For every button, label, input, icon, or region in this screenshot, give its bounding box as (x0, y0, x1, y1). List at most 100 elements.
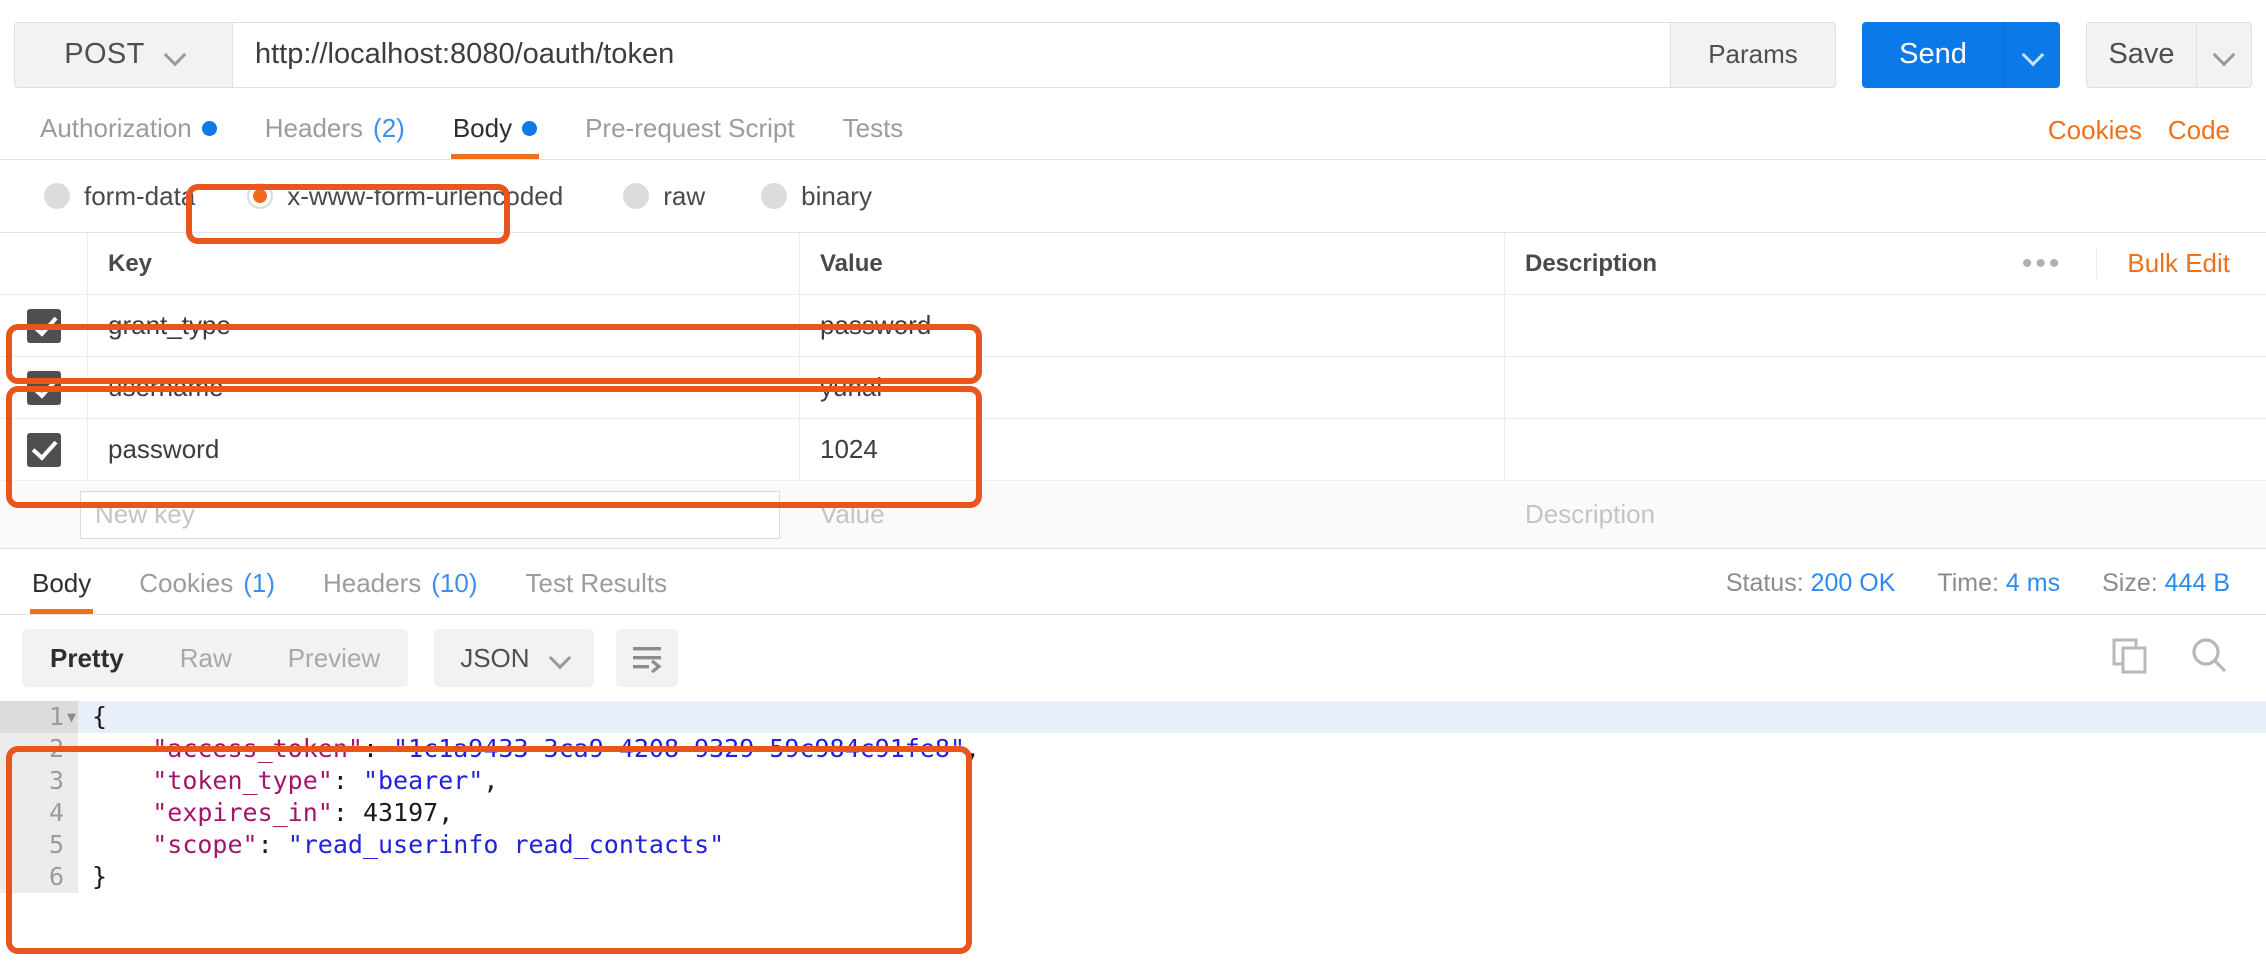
tab-headers[interactable]: Headers (2) (241, 97, 429, 159)
radio-icon-selected (247, 183, 273, 209)
row-key-text: password (108, 434, 219, 465)
code-token: 43197 (363, 798, 438, 827)
body-type-raw[interactable]: raw (601, 181, 727, 212)
tab-label: Tests (843, 113, 904, 144)
tab-label: Test Results (526, 568, 668, 599)
new-key-input[interactable] (80, 491, 780, 539)
code-token (92, 830, 152, 859)
row-checkbox[interactable] (27, 309, 61, 343)
row-value-cell[interactable]: yunai (800, 357, 1505, 418)
chevron-down-icon (552, 650, 568, 666)
send-button[interactable]: Send (1862, 22, 2004, 88)
row-checkbox[interactable] (27, 371, 61, 405)
postman-window: POST http://localhost:8080/oauth/token P… (0, 0, 2266, 968)
wrap-lines-icon (630, 643, 664, 673)
row-value-text: yunai (820, 372, 882, 403)
table-row[interactable]: grant_type password (0, 295, 2266, 357)
status-dot-icon (202, 121, 217, 136)
table-header-row: Key Value Description ••• Bulk Edit (0, 233, 2266, 295)
code-token: "expires_in" (152, 798, 333, 827)
search-button[interactable] (2188, 635, 2230, 682)
code-line: "scope": "read_userinfo read_contacts" (78, 829, 2266, 861)
tab-badge: (2) (373, 113, 405, 144)
line-number-gutter: 1▼23456 (0, 701, 78, 893)
row-key-text: grant_type (108, 310, 231, 341)
code-link[interactable]: Code (2168, 115, 2230, 146)
response-tab-test-results[interactable]: Test Results (502, 552, 692, 614)
row-checkbox[interactable] (27, 433, 61, 467)
wrap-lines-button[interactable] (616, 629, 678, 687)
code-line: { (78, 701, 2266, 733)
tab-label: Pre-request Script (585, 113, 795, 144)
table-row[interactable]: password 1024 (0, 419, 2266, 481)
tab-tests[interactable]: Tests (819, 97, 928, 159)
response-tab-body[interactable]: Body (8, 552, 115, 614)
row-key-text: username (108, 372, 224, 403)
view-mode-raw[interactable]: Raw (152, 629, 260, 687)
code-token: : (363, 734, 393, 763)
viewer-action-icons (2110, 635, 2230, 682)
code-token: "read_userinfo read_contacts" (288, 830, 725, 859)
body-type-form-data[interactable]: form-data (22, 181, 217, 212)
time-value: 4 ms (2006, 569, 2060, 597)
table-actions: ••• Bulk Edit (1988, 248, 2266, 279)
body-type-urlencoded[interactable]: x-www-form-urlencoded (225, 181, 585, 212)
row-description-cell[interactable] (1505, 357, 2266, 418)
response-tab-headers[interactable]: Headers (10) (299, 552, 502, 614)
response-format-selector[interactable]: JSON (434, 629, 593, 687)
size-value: 444 B (2165, 569, 2230, 597)
body-type-binary[interactable]: binary (739, 181, 894, 212)
code-token (92, 766, 152, 795)
new-param-row: Value Description (0, 481, 2266, 549)
bulk-edit-link[interactable]: Bulk Edit (2096, 248, 2266, 279)
request-url-bar: POST http://localhost:8080/oauth/token P… (0, 0, 2266, 98)
table-row[interactable]: username yunai (0, 357, 2266, 419)
url-input[interactable]: http://localhost:8080/oauth/token (232, 22, 1671, 88)
send-options-button[interactable] (2004, 22, 2060, 88)
code-token: { (92, 702, 107, 731)
row-key-cell[interactable]: username (88, 357, 800, 418)
line-number: 1▼ (0, 701, 78, 733)
line-number: 4 (0, 797, 78, 829)
response-body-viewer[interactable]: 1▼23456 { "access_token": "1c1a9433-3ca9… (0, 701, 2266, 893)
row-key-cell[interactable]: grant_type (88, 295, 800, 356)
search-icon (2188, 635, 2230, 677)
save-button-group: Save (2086, 22, 2252, 88)
http-method-selector[interactable]: POST (14, 22, 232, 88)
chevron-down-icon (167, 47, 183, 63)
save-options-button[interactable] (2196, 22, 2252, 88)
view-mode-pretty[interactable]: Pretty (22, 629, 152, 687)
row-description-cell[interactable] (1505, 419, 2266, 480)
code-content[interactable]: { "access_token": "1c1a9433-3ca9-4208-93… (78, 701, 2266, 893)
view-mode-group: Pretty Raw Preview (22, 629, 408, 687)
row-value-cell[interactable]: password (800, 295, 1505, 356)
fold-toggle-icon[interactable]: ▼ (67, 701, 76, 733)
code-token: } (92, 862, 107, 891)
cookies-link[interactable]: Cookies (2048, 115, 2142, 146)
column-header-value: Value (820, 250, 883, 278)
tab-label: Body (32, 568, 91, 599)
response-tabs: Body Cookies (1) Headers (10) Test Resul… (0, 549, 2266, 615)
params-button[interactable]: Params (1671, 22, 1836, 88)
more-options-icon[interactable]: ••• (1988, 249, 2097, 279)
response-tab-cookies[interactable]: Cookies (1) (115, 552, 299, 614)
response-viewer-toolbar: Pretty Raw Preview JSON (0, 615, 2266, 701)
row-value-cell[interactable]: 1024 (800, 419, 1505, 480)
status-value: 200 OK (1811, 569, 1896, 597)
code-token: "token_type" (152, 766, 333, 795)
copy-button[interactable] (2110, 636, 2150, 681)
tab-pre-request-script[interactable]: Pre-request Script (561, 97, 819, 159)
tab-body[interactable]: Body (429, 97, 561, 159)
size-label: Size: (2102, 569, 2158, 597)
status-label: Status: (1726, 569, 1804, 597)
tab-authorization[interactable]: Authorization (16, 97, 241, 159)
new-description-cell[interactable]: Description (1505, 499, 2266, 530)
new-value-cell[interactable]: Value (800, 499, 1505, 530)
save-button[interactable]: Save (2086, 22, 2196, 88)
view-mode-preview[interactable]: Preview (260, 629, 408, 687)
row-description-cell[interactable] (1505, 295, 2266, 356)
code-token (92, 734, 152, 763)
chevron-down-icon (2216, 47, 2232, 63)
row-checkbox-cell (0, 357, 88, 418)
row-key-cell[interactable]: password (88, 419, 800, 480)
